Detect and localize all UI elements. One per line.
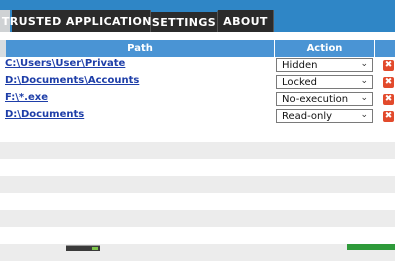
table-row[interactable]: D:\Documents\Accounts Locked ⌄ ✖ (0, 74, 395, 91)
close-icon[interactable]: ✖ (383, 111, 394, 122)
path-link[interactable]: F:\*.exe (5, 92, 48, 103)
chevron-down-icon: ⌄ (360, 59, 368, 69)
action-select[interactable]: No-execution ⌄ (276, 92, 373, 106)
tab-bar: TRUSTED APPLICATIONS SETTINGS ABOUT (0, 0, 395, 32)
table-row[interactable]: D:\Documents Read-only ⌄ ✖ (0, 108, 395, 125)
action-select[interactable]: Hidden ⌄ (276, 58, 373, 72)
action-select-value: Locked (282, 76, 317, 88)
table-body: C:\Users\User\Private Hidden ⌄ ✖ D:\Docu… (0, 57, 395, 261)
column-header-action[interactable]: Action (275, 40, 375, 57)
chevron-down-icon: ⌄ (360, 110, 368, 120)
path-link[interactable]: D:\Documents (5, 109, 84, 120)
table-row[interactable]: C:\Users\User\Private Hidden ⌄ ✖ (0, 57, 395, 74)
action-select-value: Hidden (282, 59, 318, 71)
apply-button[interactable] (347, 244, 395, 250)
empty-row (0, 125, 395, 142)
action-select[interactable]: Read-only ⌄ (276, 109, 373, 123)
action-select[interactable]: Locked ⌄ (276, 75, 373, 89)
empty-row (0, 176, 395, 193)
toggle-control[interactable] (66, 245, 100, 251)
close-icon[interactable]: ✖ (383, 60, 394, 71)
action-select-value: Read-only (282, 110, 333, 122)
empty-row (0, 142, 395, 159)
path-link[interactable]: D:\Documents\Accounts (5, 75, 139, 86)
table-header: Path Action (0, 40, 395, 57)
close-icon[interactable]: ✖ (383, 94, 394, 105)
empty-row (0, 227, 395, 244)
empty-row (0, 210, 395, 227)
table-row[interactable]: F:\*.exe No-execution ⌄ ✖ (0, 91, 395, 108)
tab-trusted-applications[interactable]: TRUSTED APPLICATIONS (2, 10, 160, 32)
chevron-down-icon: ⌄ (360, 76, 368, 86)
tab-settings[interactable]: SETTINGS (151, 10, 218, 32)
action-select-value: No-execution (282, 93, 349, 105)
empty-row (0, 159, 395, 176)
column-header-delete (375, 40, 395, 57)
path-link[interactable]: C:\Users\User\Private (5, 58, 125, 69)
tab-about[interactable]: ABOUT (218, 10, 274, 32)
empty-row (0, 193, 395, 210)
chevron-down-icon: ⌄ (360, 93, 368, 103)
close-icon[interactable]: ✖ (383, 77, 394, 88)
empty-row (0, 244, 395, 261)
column-header-path[interactable]: Path (6, 40, 275, 57)
